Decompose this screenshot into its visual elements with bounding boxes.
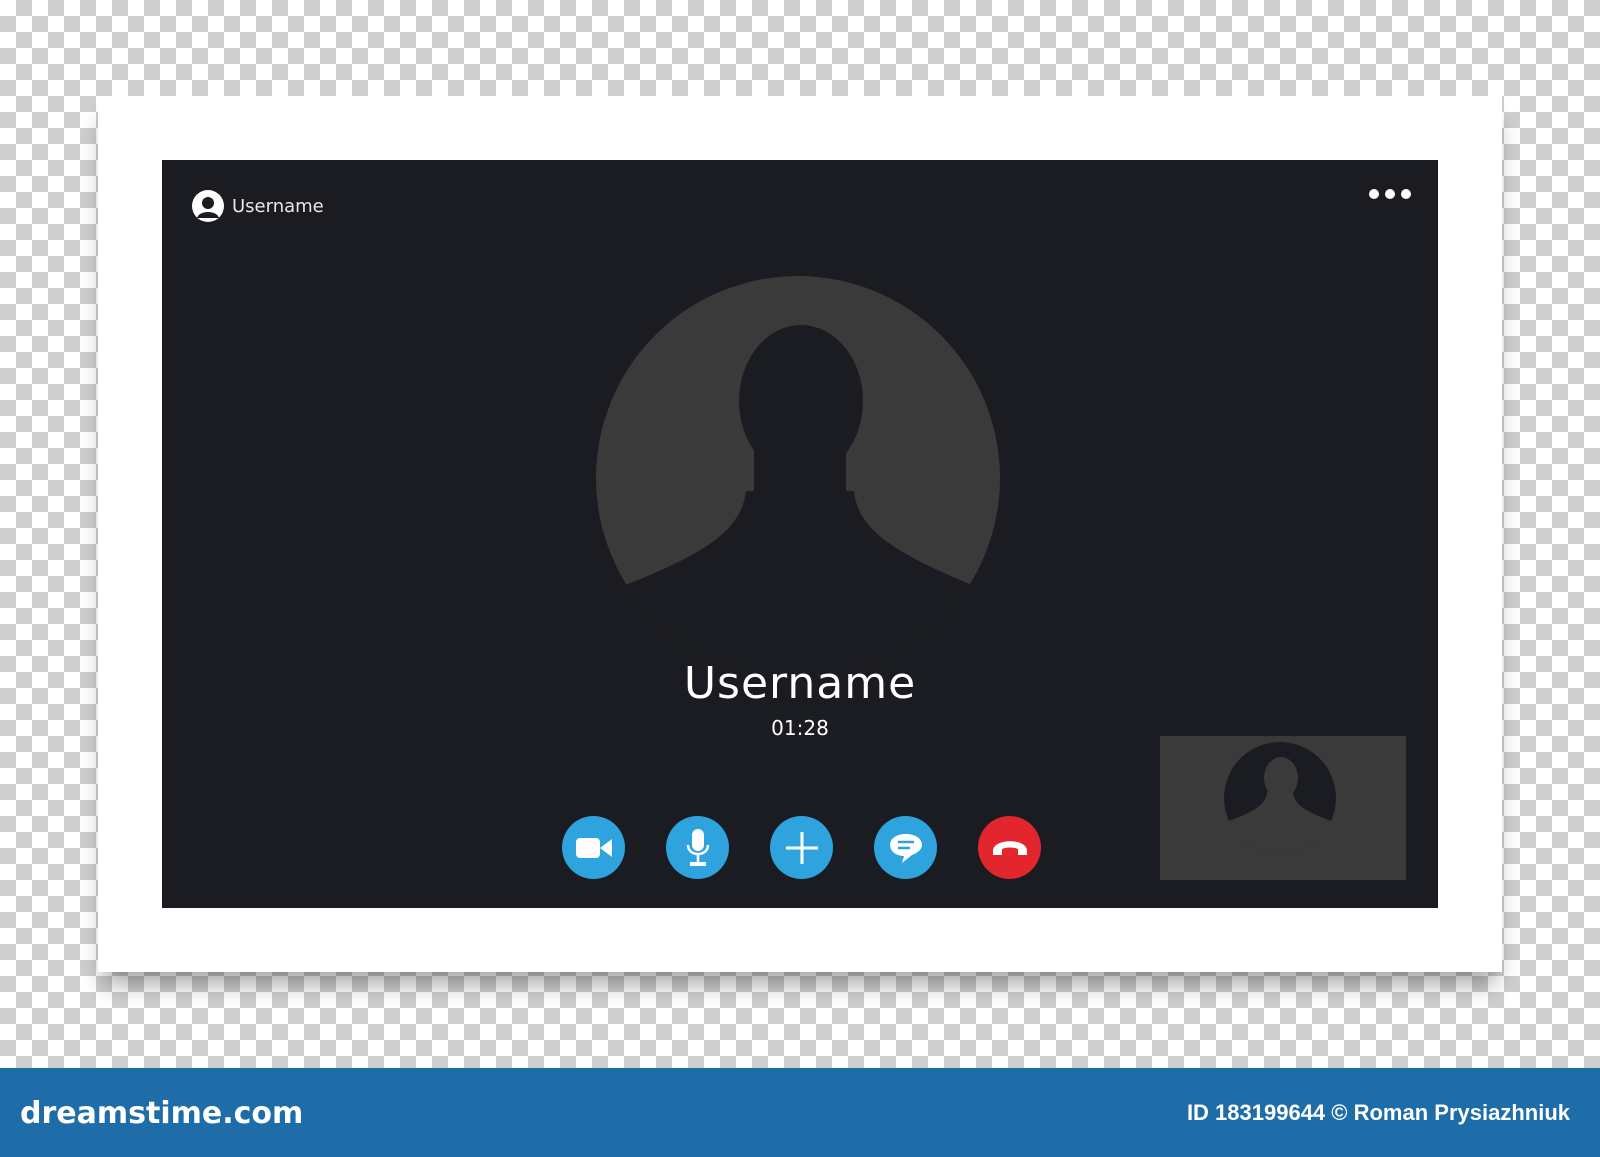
more-dots-icon [1369, 189, 1411, 199]
chat-bubble-icon [889, 833, 922, 863]
caller-avatar [596, 276, 1000, 680]
local-username: Username [232, 195, 324, 217]
more-options-button[interactable] [1368, 184, 1412, 204]
watermark-credit: ID 183199644 © Roman Prysiazhniuk [1186, 1100, 1570, 1125]
end-call-button[interactable] [978, 816, 1041, 879]
chat-button[interactable] [874, 816, 937, 879]
hang-up-icon [992, 840, 1027, 855]
user-avatar-icon [192, 190, 224, 222]
person-silhouette-icon [596, 276, 1000, 680]
watermark-bar: dreamstime.com ID 183199644 © Roman Prys… [0, 1068, 1600, 1157]
watermark-logo: dreamstime.com [20, 1096, 304, 1131]
call-controls [562, 816, 1041, 879]
video-button[interactable] [562, 816, 625, 879]
self-view-preview[interactable] [1160, 736, 1406, 880]
video-camera-icon [575, 837, 612, 858]
add-participant-button[interactable] [770, 816, 833, 879]
caller-name: Username [683, 658, 917, 709]
microphone-button[interactable] [666, 816, 729, 879]
person-silhouette-icon [1224, 742, 1336, 854]
local-user-badge: Username [192, 190, 324, 222]
microphone-icon [686, 828, 709, 866]
video-call-screen: Username Username 01:28 [162, 160, 1438, 908]
call-window-frame: Username Username 01:28 [98, 96, 1502, 972]
plus-icon [785, 831, 818, 864]
